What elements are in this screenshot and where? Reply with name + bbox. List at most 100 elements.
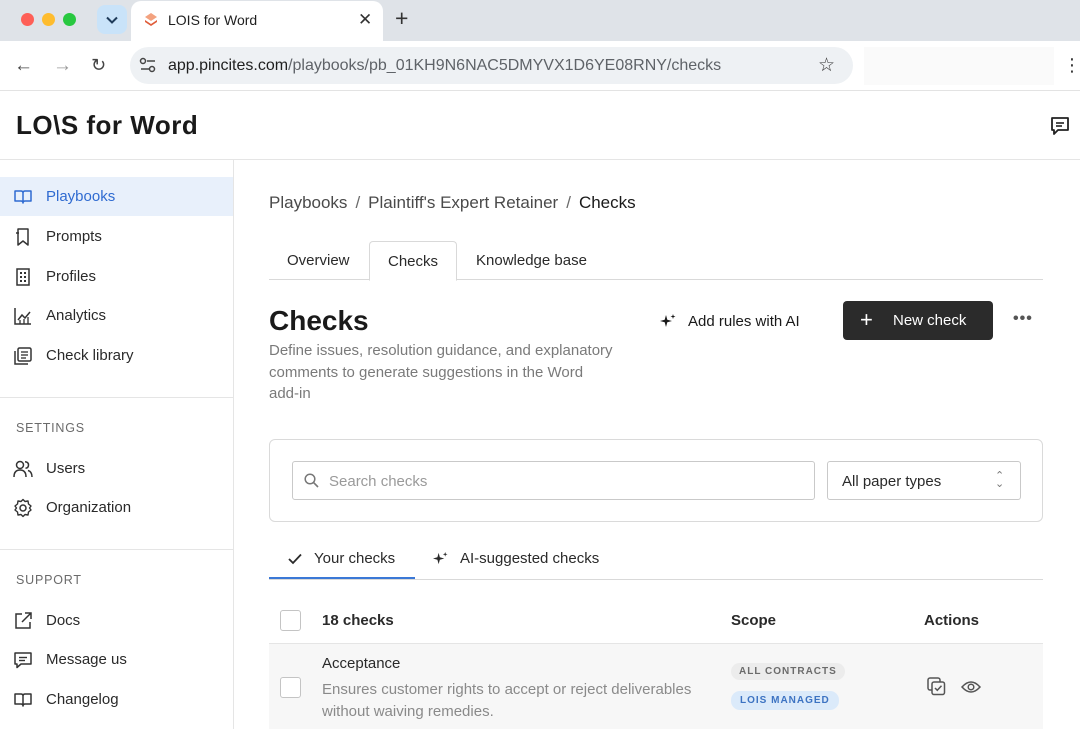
window-zoom-button[interactable] bbox=[63, 13, 76, 26]
sidebar-item-label: Playbooks bbox=[46, 188, 116, 205]
close-tab-icon[interactable]: ✕ bbox=[358, 10, 372, 30]
browser-tab[interactable]: LOIS for Word ✕ bbox=[131, 1, 383, 41]
search-icon bbox=[304, 473, 319, 488]
chart-icon bbox=[14, 308, 31, 325]
library-icon bbox=[14, 347, 32, 365]
bookmark-icon bbox=[16, 228, 29, 246]
check-subtabs: Your checks AI-suggested checks bbox=[269, 540, 1043, 580]
add-rules-with-ai-button[interactable]: Add rules with AI bbox=[660, 311, 800, 331]
back-arrow-icon[interactable]: ← bbox=[14, 55, 33, 77]
select-all-checkbox[interactable] bbox=[280, 610, 301, 631]
sidebar-item-label: Organization bbox=[46, 499, 132, 516]
sidebar-item-profiles[interactable]: Profiles bbox=[0, 257, 233, 296]
bookmark-star-icon[interactable]: ☆ bbox=[818, 54, 835, 77]
app-header: LO\S for Word bbox=[0, 91, 1080, 160]
sidebar-item-label: Check library bbox=[46, 347, 134, 364]
scope-badge: ALL CONTRACTS bbox=[731, 663, 845, 680]
window-close-button[interactable] bbox=[21, 13, 34, 26]
tab-checks[interactable]: Checks bbox=[369, 241, 457, 281]
new-check-button[interactable]: + New check bbox=[843, 301, 993, 340]
sidebar-item-label: Docs bbox=[46, 612, 81, 629]
tab-search-button[interactable] bbox=[97, 5, 127, 34]
paper-type-value: All paper types bbox=[842, 473, 942, 490]
search-field[interactable] bbox=[292, 461, 815, 500]
message-icon bbox=[14, 652, 32, 669]
support-heading: SUPPORT bbox=[16, 573, 82, 587]
row-checkbox[interactable] bbox=[280, 677, 301, 698]
sidebar-divider bbox=[0, 549, 233, 550]
new-tab-button[interactable]: + bbox=[395, 5, 408, 32]
book-icon bbox=[14, 693, 32, 707]
chat-icon[interactable] bbox=[1049, 115, 1071, 137]
sparkle-icon bbox=[660, 314, 676, 327]
breadcrumb-playbooks-link[interactable]: Playbooks bbox=[269, 193, 347, 212]
browser-toolbar: ← → ↻ app.pincites.com/playbooks/pb_01KH… bbox=[0, 41, 1080, 91]
check-count: 18 checks bbox=[322, 612, 394, 629]
breadcrumb-separator: / bbox=[566, 193, 571, 212]
tab-knowledge-base[interactable]: Knowledge base bbox=[476, 241, 587, 280]
actions-header: Actions bbox=[924, 612, 980, 629]
subtab-label: Your checks bbox=[314, 550, 396, 567]
breadcrumb-playbook-link[interactable]: Plaintiff's Expert Retainer bbox=[368, 193, 558, 212]
extensions-area bbox=[864, 47, 1054, 85]
sidebar-item-prompts[interactable]: Prompts bbox=[0, 217, 233, 256]
add-rules-label: Add rules with AI bbox=[688, 312, 800, 330]
paper-type-select[interactable]: All paper types ⌃ ⌄ bbox=[827, 461, 1021, 500]
sidebar-divider bbox=[0, 397, 233, 398]
breadcrumb: Playbooks / Plaintiff's Expert Retainer / Ch… bbox=[269, 193, 636, 213]
subtab-your-checks[interactable]: Your checks bbox=[288, 550, 395, 567]
sidebar-item-organization[interactable]: Organization bbox=[0, 488, 233, 527]
checkmark-icon bbox=[288, 553, 302, 564]
eye-icon[interactable] bbox=[961, 680, 981, 694]
sidebar-item-users[interactable]: Users bbox=[0, 449, 233, 488]
search-input[interactable] bbox=[329, 470, 799, 492]
subtab-ai-suggested[interactable]: AI-suggested checks bbox=[433, 550, 599, 567]
window-minimize-button[interactable] bbox=[42, 13, 55, 26]
reload-icon[interactable]: ↻ bbox=[91, 55, 106, 76]
external-link-icon bbox=[15, 612, 32, 629]
sparkle-icon bbox=[433, 551, 448, 565]
subtab-label: AI-suggested checks bbox=[460, 550, 600, 567]
url-text: app.pincites.com/playbooks/pb_01KH9N6NAC… bbox=[168, 57, 722, 74]
gear-icon bbox=[14, 498, 32, 518]
browser-menu-icon[interactable]: ⋮ bbox=[1063, 55, 1080, 76]
sidebar-item-analytics[interactable]: Analytics bbox=[0, 296, 233, 335]
sidebar-item-changelog[interactable]: Changelog bbox=[0, 680, 233, 719]
managed-badge: LOIS MANAGED bbox=[731, 691, 839, 710]
breadcrumb-current: Checks bbox=[578, 193, 636, 212]
sidebar-item-check-library[interactable]: Check library bbox=[0, 336, 233, 375]
users-icon bbox=[13, 460, 33, 478]
sidebar-item-label: Users bbox=[46, 460, 86, 477]
lois-favicon-icon bbox=[145, 13, 157, 26]
new-check-label: New check bbox=[893, 312, 967, 329]
page-title: Checks bbox=[269, 305, 369, 336]
table-row[interactable]: Acceptance Ensures customer rights to ac… bbox=[269, 644, 1043, 729]
sidebar-item-label: Changelog bbox=[46, 691, 119, 708]
sidebar-item-label: Prompts bbox=[46, 228, 102, 245]
app-logo[interactable]: LO\S for Word bbox=[16, 110, 198, 141]
filter-card: All paper types ⌃⌄ bbox=[269, 439, 1043, 522]
tab-overview[interactable]: Overview bbox=[287, 241, 350, 280]
address-bar[interactable]: app.pincites.com/playbooks/pb_01KH9N6NAC… bbox=[130, 47, 853, 84]
page-description: Define issues, resolution guidance, and … bbox=[269, 342, 613, 402]
check-description: Ensures customer rights to accept or rej… bbox=[322, 681, 692, 720]
sidebar-item-playbooks[interactable]: Playbooks bbox=[0, 177, 233, 216]
sidebar-item-message-us[interactable]: Message us bbox=[0, 640, 233, 679]
sidebar-item-label: Message us bbox=[46, 651, 127, 668]
sidebar-item-docs[interactable]: Docs bbox=[0, 601, 233, 640]
page-tabs: Overview Checks Knowledge base bbox=[269, 241, 1043, 281]
plus-icon: + bbox=[860, 307, 873, 332]
browser-tab-bar: LOIS for Word ✕ + bbox=[0, 0, 1080, 41]
settings-heading: SETTINGS bbox=[16, 421, 85, 435]
sidebar-item-label: Profiles bbox=[46, 268, 97, 285]
more-options-icon[interactable]: ••• bbox=[1013, 310, 1033, 328]
sidebar: Playbooks Prompts Profiles Analytics Che… bbox=[0, 160, 234, 729]
chevron-down-icon bbox=[106, 16, 118, 24]
check-title[interactable]: Acceptance bbox=[322, 655, 400, 672]
forward-arrow-icon[interactable]: → bbox=[53, 55, 72, 77]
book-open-icon bbox=[14, 190, 32, 204]
duplicate-icon[interactable] bbox=[927, 677, 946, 696]
site-settings-icon[interactable] bbox=[139, 57, 157, 73]
active-subtab-indicator bbox=[269, 577, 415, 579]
scope-header: Scope bbox=[731, 612, 777, 629]
